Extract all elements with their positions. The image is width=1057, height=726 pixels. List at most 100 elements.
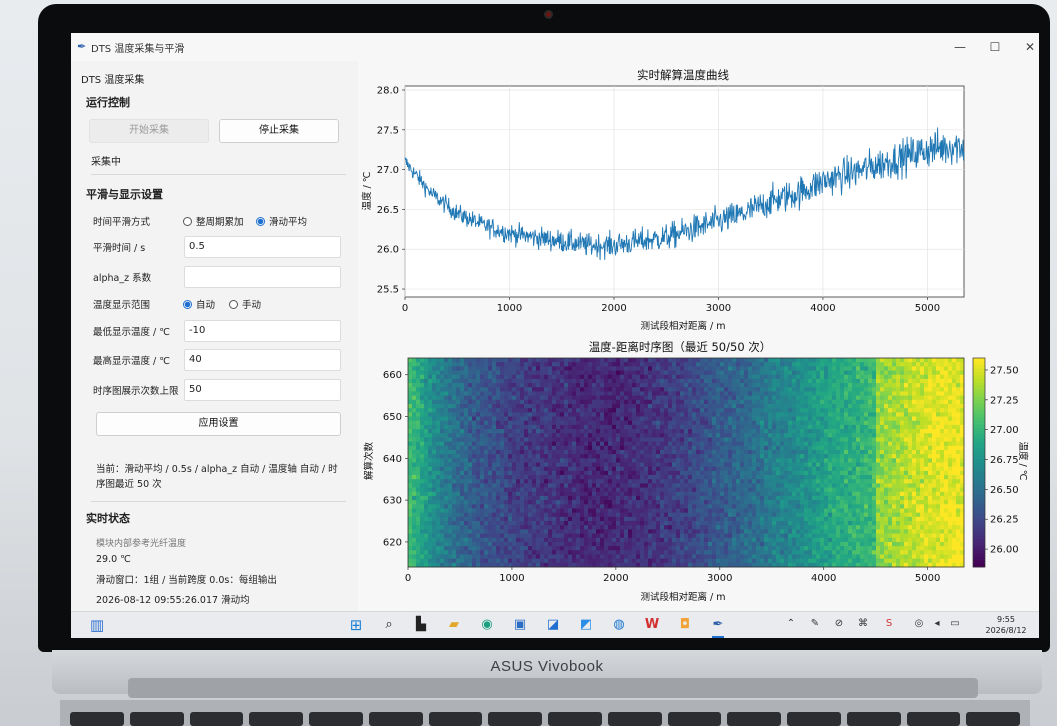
min-temp-input[interactable]: -10 bbox=[184, 320, 341, 342]
heatmap-cell bbox=[580, 441, 585, 447]
radio-full-cycle[interactable]: 整周期累加 bbox=[183, 214, 244, 228]
heatmap-cell bbox=[876, 362, 881, 367]
maximize-button[interactable]: ☐ bbox=[980, 36, 1010, 58]
heatmap-cell bbox=[944, 362, 949, 367]
heatmap-cell bbox=[840, 395, 845, 401]
heatmap-cell bbox=[612, 458, 617, 463]
heatmap-cell bbox=[844, 358, 849, 363]
heatmap-cell bbox=[804, 475, 809, 480]
radio-auto[interactable]: 自动 bbox=[183, 297, 215, 311]
heatmap-cell bbox=[836, 470, 841, 476]
heatmap-cell bbox=[476, 391, 481, 397]
stop-button[interactable]: 停止采集 bbox=[219, 119, 339, 143]
alpha-z-input[interactable] bbox=[184, 266, 341, 288]
heatmap-cell bbox=[800, 475, 805, 480]
heatmap-cell bbox=[832, 445, 837, 451]
heatmap-cell bbox=[792, 424, 797, 430]
heatmap-cell bbox=[492, 378, 497, 384]
heatmap-cell bbox=[420, 445, 425, 451]
heatmap-cell bbox=[940, 454, 945, 459]
heatmap-cell bbox=[700, 441, 705, 447]
heatmap-cell bbox=[700, 433, 705, 438]
minimize-button[interactable]: — bbox=[945, 36, 975, 58]
heatmap-cell bbox=[480, 449, 485, 455]
heatmap-cell bbox=[676, 403, 681, 409]
radio-moving-average[interactable]: 滑动平均 bbox=[256, 214, 307, 228]
radio-manual[interactable]: 手动 bbox=[229, 297, 261, 311]
heatmap-cell bbox=[712, 466, 717, 472]
heatmap-cell bbox=[740, 441, 745, 447]
heatmap-cell bbox=[496, 395, 501, 401]
heatmap-cell bbox=[472, 449, 477, 455]
apply-settings-button[interactable]: 应用设置 bbox=[96, 412, 341, 436]
heatmap-cell bbox=[916, 470, 921, 476]
heatmap-chart: 温度-距离时序图（最近 50/50 次） 0 1000 2000 3000 4000 50… bbox=[363, 340, 1029, 603]
heatmap-cell bbox=[584, 370, 589, 376]
heatmap-cell bbox=[920, 366, 925, 371]
max-temp-input[interactable]: 40 bbox=[184, 349, 341, 371]
heatmap-cell bbox=[696, 416, 701, 422]
heatmap-cell bbox=[884, 500, 889, 505]
heatmap-cell bbox=[572, 429, 577, 434]
heatmap-cell bbox=[772, 408, 777, 413]
heatmap-cell bbox=[480, 420, 485, 426]
heatmap-cell bbox=[760, 374, 765, 380]
heatmap-cell bbox=[832, 416, 837, 422]
heatmap-cell bbox=[860, 366, 865, 371]
heatmap-cell bbox=[784, 374, 789, 380]
heatmap-cell bbox=[508, 491, 513, 497]
heatmap-cell bbox=[864, 449, 869, 455]
timeseries-limit-input[interactable]: 50 bbox=[184, 379, 341, 401]
heatmap-cell bbox=[660, 403, 665, 409]
heatmap-cell bbox=[780, 462, 785, 468]
heatmap-cell bbox=[684, 366, 689, 371]
heatmap-cell bbox=[816, 424, 821, 430]
heatmap-cell bbox=[800, 412, 805, 417]
heatmap-cell bbox=[540, 429, 545, 434]
start-button[interactable]: 开始采集 bbox=[89, 119, 209, 143]
heatmap-cell bbox=[876, 470, 881, 476]
heatmap-cell bbox=[556, 362, 561, 367]
heatmap-cell bbox=[492, 424, 497, 430]
heatmap-cell bbox=[604, 399, 609, 405]
heatmap-cell bbox=[892, 500, 897, 505]
heatmap-cell bbox=[620, 441, 625, 447]
heatmap-cell bbox=[464, 358, 469, 363]
heatmap-cell bbox=[532, 387, 537, 392]
heatmap-cell bbox=[864, 424, 869, 430]
close-button[interactable]: ✕ bbox=[1015, 36, 1039, 58]
heatmap-cell bbox=[700, 383, 705, 388]
heatmap-cell bbox=[888, 479, 893, 484]
heatmap-cell bbox=[580, 370, 585, 376]
heatmap-cell bbox=[424, 483, 429, 488]
heatmap-cell bbox=[844, 495, 849, 501]
heatmap-cell bbox=[820, 370, 825, 376]
heatmap-cell bbox=[436, 466, 441, 472]
heatmap-cell bbox=[792, 429, 797, 434]
heatmap-cell bbox=[660, 362, 665, 367]
heatmap-cell bbox=[880, 458, 885, 463]
heatmap-cell bbox=[908, 449, 913, 455]
heatmap-cell bbox=[540, 491, 545, 497]
heatmap-cell bbox=[804, 412, 809, 417]
heatmap-cell bbox=[628, 479, 633, 484]
heatmap-cell bbox=[748, 403, 753, 409]
heatmap-cell bbox=[516, 479, 521, 484]
heatmap-cell bbox=[920, 454, 925, 459]
heatmap-cell bbox=[764, 370, 769, 376]
heatmap-cell bbox=[468, 437, 473, 442]
heatmap-cell bbox=[728, 466, 733, 472]
heatmap-cell bbox=[600, 437, 605, 442]
smooth-time-input[interactable]: 0.5 bbox=[184, 236, 341, 258]
heatmap-cell bbox=[692, 366, 697, 371]
heatmap-cell bbox=[916, 433, 921, 438]
heatmap-cell bbox=[804, 391, 809, 397]
heatmap-cell bbox=[572, 462, 577, 468]
heatmap-cell bbox=[600, 449, 605, 455]
heatmap-cell bbox=[464, 378, 469, 384]
heatmap-cell bbox=[448, 408, 453, 413]
heatmap-cell bbox=[672, 370, 677, 376]
heatmap-cell bbox=[448, 437, 453, 442]
heatmap-cell bbox=[648, 366, 653, 371]
heatmap-cell bbox=[660, 437, 665, 442]
